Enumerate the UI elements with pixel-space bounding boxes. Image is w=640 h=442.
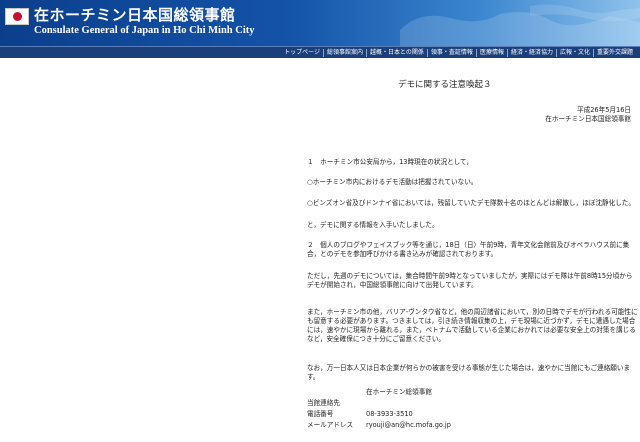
mail-value[interactable]: ryouji@an@hc.mofa.go.jp: [366, 421, 451, 430]
contact-dept: 当館連絡先: [307, 399, 340, 407]
paragraph-5: ２ 個人のブログやフェイスブック等を通じ，18日（日）午前9時，青年文化会館前及…: [307, 241, 630, 258]
nav-top-page[interactable]: トップページ: [281, 49, 323, 57]
contact-org: 在ホーチミン総領事館: [366, 388, 432, 396]
notice-content: デモに関する注意喚起３ 平成26年5月16日 在ホーチミン日本国総領事館 １ ホ…: [0, 58, 640, 442]
paragraph-4: と，デモに関する情報を入手いたしました。: [307, 221, 439, 229]
nav-consulate-info[interactable]: 総領事館案内: [322, 48, 366, 57]
page-title: デモに関する注意喚起３: [398, 80, 492, 90]
mail-label: メールアドレス: [307, 421, 354, 429]
site-title[interactable]: 在ホーチミン日本国総領事館: [34, 4, 236, 25]
nav-culture[interactable]: 広報・文化: [555, 48, 593, 57]
notice-issuer: 在ホーチミン日本国総領事館: [545, 115, 631, 123]
nav-diplomacy[interactable]: 重要外交課題: [592, 48, 636, 57]
paragraph-7: また，ホーチミン市の他，バリア-ヴンタウ省など，他の周辺諸省において，別の日時で…: [307, 308, 638, 343]
phone-label: 電話番号: [307, 410, 334, 418]
paragraph-1: １ ホーチミン市公安局から，13時現在の状況として，: [307, 158, 473, 166]
phone-value: 08-3933-3510: [366, 410, 413, 418]
paragraph-8: なお，万一日本人又は日本企業が何らかの被害を受ける事態が生じた場合は，速やかに当…: [307, 364, 631, 381]
nav-economy[interactable]: 経済・経済協力: [506, 48, 556, 57]
main-navigation: トップページ 総領事館案内 越概・日本との関係 領事・査証情報 医療情報 経済・…: [0, 46, 640, 58]
notice-date: 平成26年5月16日: [577, 106, 631, 114]
site-header: 在ホーチミン日本国総領事館 Consulate General of Japan…: [0, 0, 640, 46]
nav-consular-visa[interactable]: 領事・査証情報: [426, 48, 476, 57]
paragraph-3: ○ビンズオン省及びドンナイ省においては，残留していたデモ隊数十名のほとんどは解散…: [307, 199, 635, 207]
paragraph-6: ただし，先週のデモについては，集合時間午前9時となっていましたが，実際にはデモ隊…: [307, 272, 633, 289]
paragraph-2: ○ホーチミン市内におけるデモ活動は把握されていない。: [307, 178, 478, 186]
nav-japan-relations[interactable]: 越概・日本との関係: [365, 48, 427, 57]
site-subtitle: Consulate General of Japan in Ho Chi Min…: [34, 25, 255, 36]
world-map-graphic: [400, 4, 640, 46]
nav-medical-info[interactable]: 医療情報: [475, 48, 507, 57]
japan-flag-icon: [5, 8, 29, 25]
